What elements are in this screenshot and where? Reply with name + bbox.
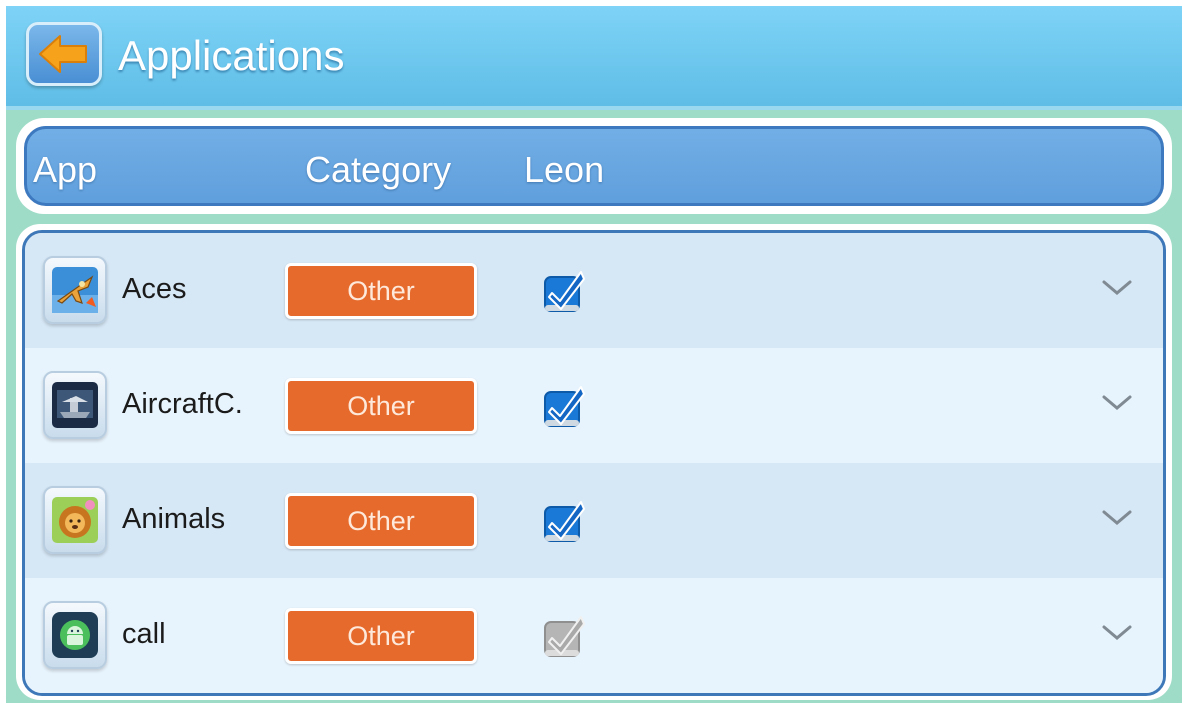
app-list: Aces Other AircraftC. Other Animals Othe…	[22, 230, 1166, 696]
app-icon-container	[43, 371, 107, 439]
column-header-leon: Leon	[524, 149, 605, 190]
chevron-down-icon[interactable]	[1101, 507, 1133, 529]
chevron-down-icon[interactable]	[1101, 277, 1133, 299]
back-button[interactable]	[26, 22, 102, 86]
category-button[interactable]: Other	[285, 608, 477, 664]
chevron-down-icon[interactable]	[1101, 392, 1133, 414]
android-call-icon	[52, 612, 98, 658]
app-row-animals[interactable]: Animals Other	[25, 463, 1163, 578]
category-button[interactable]: Other	[285, 378, 477, 434]
app-row-aircraftc[interactable]: AircraftC. Other	[25, 348, 1163, 463]
app-name: call	[122, 618, 166, 650]
app-window: Applications App Category Leon Aces Othe…	[6, 6, 1182, 703]
back-arrow-icon	[39, 35, 87, 73]
column-header-category: Category	[305, 149, 452, 190]
title-bar: Applications	[6, 6, 1182, 110]
category-button[interactable]: Other	[285, 263, 477, 319]
fighter-jet-icon	[52, 267, 98, 313]
page-title: Applications	[118, 32, 345, 79]
lion-icon	[52, 497, 98, 543]
column-header-bar: App Category Leon	[24, 126, 1164, 206]
app-name: Aces	[122, 273, 187, 305]
chevron-down-icon[interactable]	[1101, 622, 1133, 644]
leon-checkbox-checked-icon[interactable]	[543, 269, 587, 315]
leon-checkbox-checked-icon[interactable]	[543, 499, 587, 545]
app-name: Animals	[122, 503, 226, 535]
category-button[interactable]: Other	[285, 493, 477, 549]
app-icon-container	[43, 486, 107, 554]
leon-checkbox-checked-icon[interactable]	[543, 384, 587, 430]
column-header-panel: App Category Leon	[16, 118, 1172, 214]
app-icon-container	[43, 256, 107, 324]
app-icon-container	[43, 601, 107, 669]
app-row-call[interactable]: call Other	[25, 578, 1163, 693]
aircraft-carrier-icon	[52, 382, 98, 428]
app-row-aces[interactable]: Aces Other	[25, 233, 1163, 348]
leon-checkbox-unchecked-icon[interactable]	[543, 614, 587, 660]
app-name: AircraftC.	[122, 388, 243, 420]
column-header-app: App	[33, 149, 98, 190]
app-list-panel: Aces Other AircraftC. Other Animals Othe…	[16, 224, 1172, 700]
